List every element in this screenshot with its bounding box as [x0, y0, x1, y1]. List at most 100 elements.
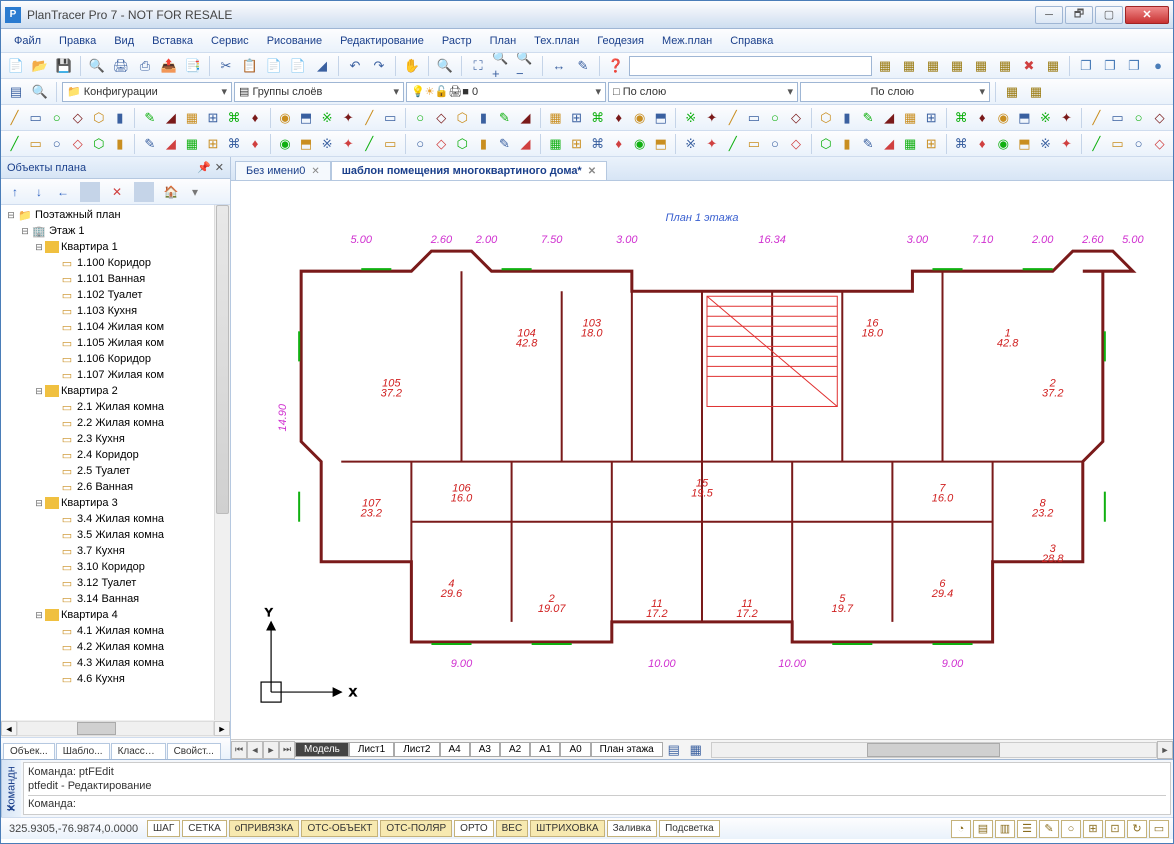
tb3-btn-6[interactable]: ✎ [140, 107, 159, 129]
restore-button[interactable]: 🗗 [1065, 6, 1093, 24]
status-СЕТКА[interactable]: СЕТКА [182, 820, 227, 837]
tree-row[interactable]: ▭1.106 Коридор [1, 351, 230, 367]
tree-row[interactable]: ⊟Квартира 1 [1, 239, 230, 255]
tb3-btn-0[interactable]: ╱ [5, 107, 24, 129]
layergroups-combo[interactable]: ▤ Группы слоёв▾ [234, 82, 404, 102]
search-input[interactable] [629, 56, 872, 76]
tb4-btn-43[interactable]: ♦ [973, 133, 992, 155]
tb4-btn-16[interactable]: ╱ [360, 133, 379, 155]
layer-search-icon[interactable]: 🔍 [29, 81, 51, 103]
t5-icon[interactable]: ▦ [970, 55, 992, 77]
st-tool1-icon[interactable]: ◔ [951, 820, 971, 838]
pin-icon[interactable]: 📌 [197, 161, 211, 174]
tb3-btn-50[interactable]: ○ [1129, 107, 1148, 129]
tree-row[interactable]: ▭4.2 Жилая комна [1, 639, 230, 655]
tb3-btn-2[interactable]: ○ [47, 107, 66, 129]
bylayer1-combo[interactable]: □ По слою▾ [608, 82, 798, 102]
tb4-btn-48[interactable]: ╱ [1087, 133, 1106, 155]
t3-icon[interactable]: ▦ [922, 55, 944, 77]
model-tab-Лист2[interactable]: Лист2 [394, 742, 439, 757]
tb3-btn-13[interactable]: ⬒ [297, 107, 316, 129]
print-preview-icon[interactable]: 🔍 [86, 55, 108, 77]
tb3-btn-31[interactable]: ✦ [702, 107, 721, 129]
tree-row[interactable]: ▭3.7 Кухня [1, 543, 230, 559]
tree-row[interactable]: ▭4.1 Жилая комна [1, 623, 230, 639]
new-icon[interactable]: 📄 [5, 55, 27, 77]
chevron-down-icon[interactable]: ▾ [185, 182, 205, 202]
st-refresh-icon[interactable]: ↻ [1127, 820, 1147, 838]
paste-icon[interactable]: 📄 [263, 55, 285, 77]
tree-row[interactable]: ⊟Квартира 2 [1, 383, 230, 399]
menu-План[interactable]: План [483, 32, 524, 50]
tab-prev-icon[interactable]: ◄ [247, 741, 263, 759]
tb4-btn-27[interactable]: ♦ [609, 133, 628, 155]
tb3-btn-22[interactable]: ✎ [495, 107, 514, 129]
tb4-btn-12[interactable]: ◉ [275, 133, 294, 155]
tb4-btn-5[interactable]: ▮ [110, 133, 129, 155]
tree-row[interactable]: ▭3.14 Ванная [1, 591, 230, 607]
tree-row[interactable]: ▭2.1 Жилая комна [1, 399, 230, 415]
tb4-btn-38[interactable]: ✎ [859, 133, 878, 155]
status-ШАГ[interactable]: ШАГ [147, 820, 180, 837]
plot-icon[interactable]: ⎙ [134, 55, 156, 77]
left-tab-1[interactable]: Шабло... [56, 743, 110, 759]
tree-row[interactable]: ▭1.107 Жилая ком [1, 367, 230, 383]
tb4-btn-28[interactable]: ◉ [630, 133, 649, 155]
tb4-btn-49[interactable]: ▭ [1108, 133, 1127, 155]
model-tab-Лист1[interactable]: Лист1 [349, 742, 394, 757]
publish-icon[interactable]: 📤 [158, 55, 180, 77]
tb3-btn-3[interactable]: ◇ [68, 107, 87, 129]
panel-close-icon[interactable]: ✕ [215, 161, 224, 174]
l1-icon[interactable]: ▦ [1001, 81, 1023, 103]
tb3-btn-1[interactable]: ▭ [26, 107, 45, 129]
tb3-btn-38[interactable]: ✎ [859, 107, 878, 129]
paste-special-icon[interactable]: 📄 [287, 55, 309, 77]
zoom-out-icon[interactable]: 🔍− [515, 55, 537, 77]
tb4-btn-36[interactable]: ⬡ [816, 133, 835, 155]
tb3-btn-7[interactable]: ◢ [161, 107, 180, 129]
tb3-btn-46[interactable]: ※ [1036, 107, 1055, 129]
tb4-btn-32[interactable]: ╱ [723, 133, 742, 155]
save-icon[interactable]: 💾 [53, 55, 75, 77]
scroll-right-icon[interactable]: ► [1157, 741, 1173, 759]
zoom-icon[interactable]: 🔍 [434, 55, 456, 77]
tree-row[interactable]: ▭2.4 Коридор [1, 447, 230, 463]
tb4-btn-18[interactable]: ○ [411, 133, 430, 155]
tb4-btn-1[interactable]: ▭ [26, 133, 45, 155]
layout-grid-icon[interactable]: ▦ [685, 739, 707, 761]
status-ОТС-ОБЪЕКТ[interactable]: ОТС-ОБЪЕКТ [301, 820, 378, 837]
t2-icon[interactable]: ▦ [898, 55, 920, 77]
tree-row[interactable]: ▭1.102 Туалет [1, 287, 230, 303]
tb4-btn-6[interactable]: ✎ [140, 133, 159, 155]
tb4-btn-8[interactable]: ▦ [182, 133, 201, 155]
tb4-btn-15[interactable]: ✦ [339, 133, 358, 155]
tb3-btn-24[interactable]: ▦ [546, 107, 565, 129]
copy2-icon[interactable]: ❐ [1075, 55, 1097, 77]
delete-icon[interactable]: ✕ [107, 182, 127, 202]
model-tab-План этажа[interactable]: План этажа [591, 742, 663, 757]
zoom-window-icon[interactable]: ⛶ [467, 55, 489, 77]
tb3-btn-35[interactable]: ◇ [786, 107, 805, 129]
tab-next-icon[interactable]: ► [263, 741, 279, 759]
tb3-btn-18[interactable]: ○ [411, 107, 430, 129]
tb3-btn-15[interactable]: ✦ [339, 107, 358, 129]
down-arrow-icon[interactable]: ↓ [29, 182, 49, 202]
tb4-btn-13[interactable]: ⬒ [297, 133, 316, 155]
st-tool6-icon[interactable]: ○ [1061, 820, 1081, 838]
tb3-btn-29[interactable]: ⬒ [651, 107, 670, 129]
tree-scrollbar[interactable] [214, 205, 230, 720]
redo-icon[interactable]: ↷ [368, 55, 390, 77]
tb4-btn-35[interactable]: ◇ [786, 133, 805, 155]
model-tab-A3[interactable]: A3 [470, 742, 500, 757]
tree-row[interactable]: ⊟📁Поэтажный план [1, 207, 230, 223]
eraser-icon[interactable]: ◢ [311, 55, 333, 77]
tb4-btn-24[interactable]: ▦ [546, 133, 565, 155]
tree-row[interactable]: ▭3.4 Жилая комна [1, 511, 230, 527]
tb4-btn-42[interactable]: ⌘ [952, 133, 971, 155]
tb4-btn-50[interactable]: ○ [1129, 133, 1148, 155]
status-ОРТО[interactable]: ОРТО [454, 820, 493, 837]
tb4-btn-31[interactable]: ✦ [702, 133, 721, 155]
model-tab-A4[interactable]: A4 [440, 742, 470, 757]
menu-Рисование[interactable]: Рисование [260, 32, 329, 50]
status-ШТРИХОВКА[interactable]: ШТРИХОВКА [530, 820, 604, 837]
